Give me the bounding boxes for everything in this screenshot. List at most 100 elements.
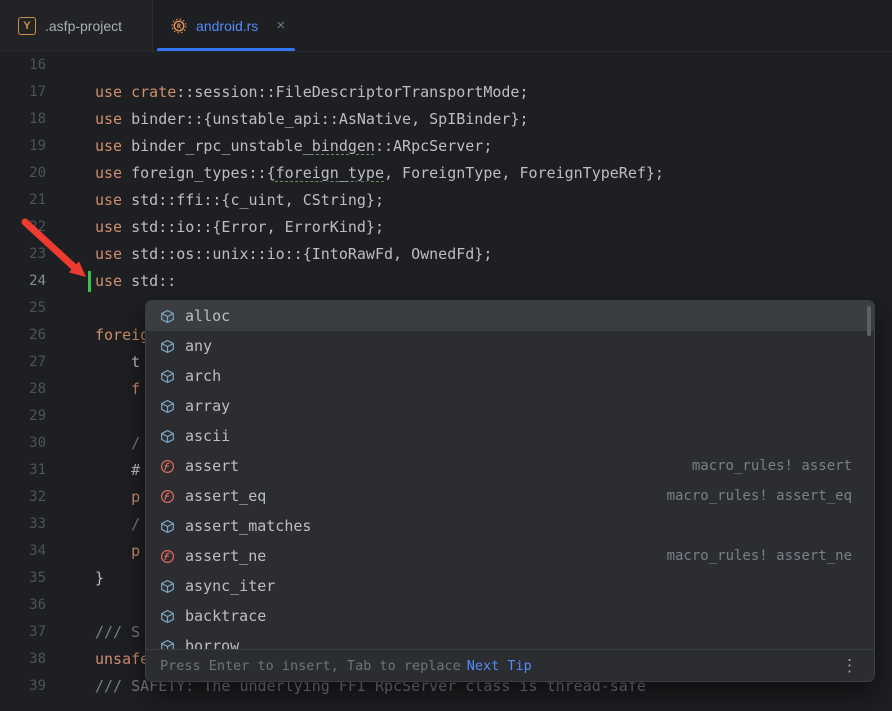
close-tab-icon[interactable]: × [274,17,287,34]
line-number: 23 [0,241,46,268]
completion-type-hint: macro_rules! assert_eq [667,488,852,504]
completion-item[interactable]: backtrace [146,601,874,631]
completion-item[interactable]: array [146,391,874,421]
code-line[interactable]: 16 [0,52,892,79]
code-line[interactable]: 20 use foreign_types::{foreign_type, Fore… [0,160,892,187]
line-number: 37 [0,619,46,646]
line-number: 18 [0,106,46,133]
macro-icon [159,458,175,474]
line-number: 25 [0,295,46,322]
line-number: 34 [0,538,46,565]
line-number: 24 [0,268,46,295]
line-number: 26 [0,322,46,349]
line-number: 39 [0,673,46,700]
code-text: / [95,430,140,457]
line-number: 29 [0,403,46,430]
line-number: 33 [0,511,46,538]
module-icon [159,428,175,444]
module-icon [159,518,175,534]
more-options-icon[interactable]: ⋮ [837,656,862,676]
code-text: use binder::{unstable_api::AsNative, SpI… [95,106,528,133]
text-caret [88,271,91,292]
code-text: /// S [95,619,140,646]
completion-item[interactable]: any [146,331,874,361]
line-number: 28 [0,376,46,403]
yaml-file-icon: Y [18,17,36,35]
completion-item[interactable]: assert_ne macro_rules! assert_ne [146,541,874,571]
ide-window: Y .asfp-project R android.rs × 1617 use c… [0,0,892,711]
completion-label: assert_matches [185,517,311,535]
completion-item[interactable]: assertmacro_rules! assert [146,451,874,481]
tab-asfp-project[interactable]: Y .asfp-project [0,0,153,51]
code-editor[interactable]: 1617 use crate::session::FileDescriptorTr… [0,52,892,711]
line-number: 32 [0,484,46,511]
line-number: 16 [0,52,46,79]
completion-item[interactable]: arch [146,361,874,391]
module-icon [159,608,175,624]
completion-label: array [185,397,230,415]
completion-label: any [185,337,212,355]
code-text: / [95,511,140,538]
completion-label: ascii [185,427,230,445]
code-text: use std::os::unix::io::{IntoRawFd, Owned… [95,241,492,268]
rust-file-icon: R [171,18,187,34]
line-number: 20 [0,160,46,187]
popup-scrollbar[interactable] [867,306,871,336]
completion-label: alloc [185,307,230,325]
completion-label: assert_eq [185,487,266,505]
editor-tab-bar: Y .asfp-project R android.rs × [0,0,892,52]
macro-icon [159,488,175,504]
completion-label: assert_ne [185,547,266,565]
line-number: 31 [0,457,46,484]
completion-list: alloc any arch array ascii assertmacro_rules!… [146,301,874,650]
code-text: # [95,457,140,484]
code-text: use binder_rpc_unstable_bindgen::ARpcSer… [95,133,492,160]
line-number: 27 [0,349,46,376]
completion-popup: alloc any arch array ascii assertmacro_rules!… [145,300,875,682]
line-number: 30 [0,430,46,457]
completion-type-hint: macro_rules! assert_ne [667,548,852,564]
line-number: 35 [0,565,46,592]
code-line[interactable]: 19 use binder_rpc_unstable_bindgen::ARpcS… [0,133,892,160]
module-icon [159,308,175,324]
module-icon [159,368,175,384]
line-number: 17 [0,79,46,106]
code-line[interactable]: 21 use std::ffi::{c_uint, CString}; [0,187,892,214]
code-text: use std::io::{Error, ErrorKind}; [95,214,384,241]
tab-label: android.rs [196,18,258,34]
completion-footer: Press Enter to insert, Tab to replace Ne… [146,649,874,681]
completion-type-hint: macro_rules! assert [692,458,852,474]
tab-android-rs[interactable]: R android.rs × [153,0,299,51]
completion-item[interactable]: alloc [146,301,874,331]
tab-label: .asfp-project [45,18,122,34]
code-line[interactable]: 18 use binder::{unstable_api::AsNative, S… [0,106,892,133]
code-text: p [95,538,140,565]
code-line[interactable]: 22 use std::io::{Error, ErrorKind}; [0,214,892,241]
code-text: use crate::session::FileDescriptorTransp… [95,79,528,106]
code-text: use std::ffi::{c_uint, CString}; [95,187,384,214]
code-line[interactable]: 23 use std::os::unix::io::{IntoRawFd, Own… [0,241,892,268]
line-number: 36 [0,592,46,619]
completion-label: backtrace [185,607,266,625]
code-text: t [95,349,140,376]
completion-item[interactable]: assert_matches [146,511,874,541]
next-tip-link[interactable]: Next Tip [467,658,532,674]
line-number: 21 [0,187,46,214]
code-line[interactable]: 24use std:: [0,268,892,295]
code-text: f [95,376,140,403]
module-icon [159,398,175,414]
code-text: unsafe [95,646,149,673]
line-number: 38 [0,646,46,673]
line-number: 22 [0,214,46,241]
line-number: 19 [0,133,46,160]
module-icon [159,338,175,354]
completion-item[interactable]: borrow [146,631,874,650]
completion-item[interactable]: ascii [146,421,874,451]
completion-item[interactable]: async_iter [146,571,874,601]
macro-icon [159,548,175,564]
completion-item[interactable]: assert_eq macro_rules! assert_eq [146,481,874,511]
code-text: } [95,565,104,592]
code-text: p [95,484,140,511]
code-line[interactable]: 17 use crate::session::FileDescriptorTran… [0,79,892,106]
code-text: use foreign_types::{foreign_type, Foreig… [95,160,664,187]
